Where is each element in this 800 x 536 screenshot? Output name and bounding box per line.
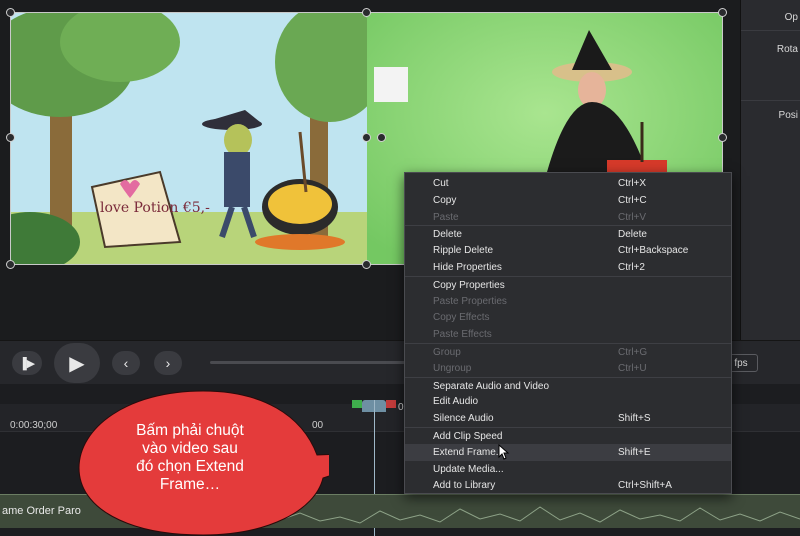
play-button[interactable]: ▶ xyxy=(54,343,100,383)
menu-item-label: Edit Audio xyxy=(433,396,479,408)
callout-line: Frame… xyxy=(159,476,221,493)
sign-text: love Potion €5,- xyxy=(100,200,210,216)
menu-item-cut[interactable]: Cut Ctrl+X xyxy=(405,175,731,192)
menu-item-paste-effects: Paste Effects xyxy=(405,326,731,343)
chevron-right-icon: › xyxy=(165,355,171,371)
properties-panel: Op Rota Posi xyxy=(740,0,800,340)
menu-item-hide-properties[interactable]: Hide Properties Ctrl+2 xyxy=(405,259,731,276)
in-marker[interactable] xyxy=(352,400,362,408)
opacity-label: Op xyxy=(784,12,798,23)
previous-button[interactable]: ‹ xyxy=(112,351,140,375)
menu-item-add-to-library[interactable]: Add to Library Ctrl+Shift+A xyxy=(405,477,731,494)
menu-item-label: Ripple Delete xyxy=(433,245,494,257)
menu-item-copy-properties[interactable]: Copy Properties xyxy=(405,275,731,293)
menu-item-label: Cut xyxy=(433,178,449,189)
menu-item-copy-effects: Copy Effects xyxy=(405,309,731,326)
menu-item-label: Paste xyxy=(433,211,459,223)
menu-item-shortcut: Ctrl+C xyxy=(618,194,647,206)
chevron-left-icon: ‹ xyxy=(123,355,129,371)
menu-item-group: Group Ctrl+G xyxy=(405,342,731,360)
time-label: 0 xyxy=(398,402,404,413)
clip-name: ame Order Paro xyxy=(2,505,81,517)
menu-item-ungroup: Ungroup Ctrl+U xyxy=(405,360,731,377)
menu-item-shortcut: Shift+E xyxy=(618,446,651,458)
menu-item-label: Paste Properties xyxy=(433,295,507,307)
menu-item-label: Update Media... xyxy=(433,463,504,475)
resize-handle-bottom-middle[interactable] xyxy=(362,260,371,269)
menu-item-label: Copy xyxy=(433,194,457,206)
panel-divider xyxy=(741,100,800,101)
cartoon-witch-clip[interactable]: love Potion €5,- xyxy=(10,12,367,265)
menu-item-copy[interactable]: Copy Ctrl+C xyxy=(405,192,731,209)
menu-item-shortcut: Ctrl+X xyxy=(618,178,647,189)
menu-item-silence-audio[interactable]: Silence Audio Shift+S xyxy=(405,410,731,427)
menu-item-delete[interactable]: Delete Delete xyxy=(405,225,731,242)
menu-item-shortcut: Ctrl+V xyxy=(618,211,647,223)
menu-item-label: Group xyxy=(433,346,461,358)
menu-item-label: Separate Audio and Video xyxy=(433,380,550,392)
resize-handle-right-middle[interactable] xyxy=(718,133,727,142)
resize-handle-center-a[interactable] xyxy=(362,133,371,142)
step-icon: ▐▶ xyxy=(18,357,36,370)
menu-item-add-clip-speed[interactable]: Add Clip Speed xyxy=(405,426,731,444)
menu-item-label: Ungroup xyxy=(433,362,472,374)
callout-line: đó chọn Extend xyxy=(136,458,244,475)
menu-item-ripple-delete[interactable]: Ripple Delete Ctrl+Backspace xyxy=(405,242,731,259)
context-menu: Cut Ctrl+X Copy Ctrl+C Paste Ctrl+V Delete Dele… xyxy=(404,172,732,494)
callout-line: vào video sau xyxy=(142,440,238,457)
menu-item-shortcut: Delete xyxy=(618,229,647,241)
menu-item-paste-properties: Paste Properties xyxy=(405,293,731,310)
step-back-button[interactable]: ▐▶ xyxy=(12,351,42,375)
menu-item-update-media[interactable]: Update Media... xyxy=(405,461,731,478)
menu-item-separate-audio-and-video[interactable]: Separate Audio and Video xyxy=(405,376,731,394)
out-marker[interactable] xyxy=(386,400,396,408)
callout-line: Bấm phải chuột xyxy=(136,422,244,439)
resize-handle-center-b[interactable] xyxy=(377,133,386,142)
menu-item-label: Paste Effects xyxy=(433,329,492,341)
menu-item-label: Hide Properties xyxy=(433,261,502,273)
menu-item-shortcut: Shift+S xyxy=(618,413,651,425)
panel-divider xyxy=(741,30,800,31)
resize-handle-bottom-left[interactable] xyxy=(6,260,15,269)
position-label: Posi xyxy=(778,110,798,121)
menu-item-shortcut: Ctrl+G xyxy=(618,346,648,358)
play-icon: ▶ xyxy=(69,352,85,375)
resize-handle-top-right[interactable] xyxy=(718,8,727,17)
menu-item-shortcut: Ctrl+Shift+A xyxy=(618,480,672,492)
menu-item-shortcut: Ctrl+2 xyxy=(618,261,645,273)
scrub-bar[interactable] xyxy=(210,361,410,364)
menu-item-shortcut: Ctrl+U xyxy=(618,362,647,374)
menu-item-label: Delete xyxy=(433,229,462,241)
menu-item-edit-audio[interactable]: Edit Audio xyxy=(405,393,731,410)
menu-item-paste: Paste Ctrl+V xyxy=(405,209,731,226)
menu-item-label: Silence Audio xyxy=(433,413,494,425)
resize-handle-top-middle[interactable] xyxy=(362,8,371,17)
menu-item-label: Add to Library xyxy=(433,480,496,492)
video-editor-window: love Potion €5,- Op Rota Posi ▐▶ ▶ ‹ › f… xyxy=(0,0,800,536)
time-label: 0:00:30;00 xyxy=(10,420,58,431)
rotation-label: Rota xyxy=(776,44,798,55)
menu-item-label: Copy Properties xyxy=(433,279,505,291)
menu-item-label: Copy Effects xyxy=(433,312,490,324)
menu-item-label: Add Clip Speed xyxy=(433,430,503,442)
resize-handle-left-middle[interactable] xyxy=(6,133,15,142)
mouse-cursor-icon xyxy=(498,444,510,460)
callout-text: Bấm phải chuột vào video sau đó chọn Ext… xyxy=(95,422,285,494)
menu-item-shortcut: Ctrl+Backspace xyxy=(618,245,689,257)
menu-item-label: Extend Frame... xyxy=(433,446,505,458)
menu-item-extend-frame[interactable]: Extend Frame... Shift+E xyxy=(405,443,731,461)
next-button[interactable]: › xyxy=(154,351,182,375)
cartoon-witch-image: love Potion €5,- xyxy=(10,12,367,265)
resize-handle-top-left[interactable] xyxy=(6,8,15,17)
